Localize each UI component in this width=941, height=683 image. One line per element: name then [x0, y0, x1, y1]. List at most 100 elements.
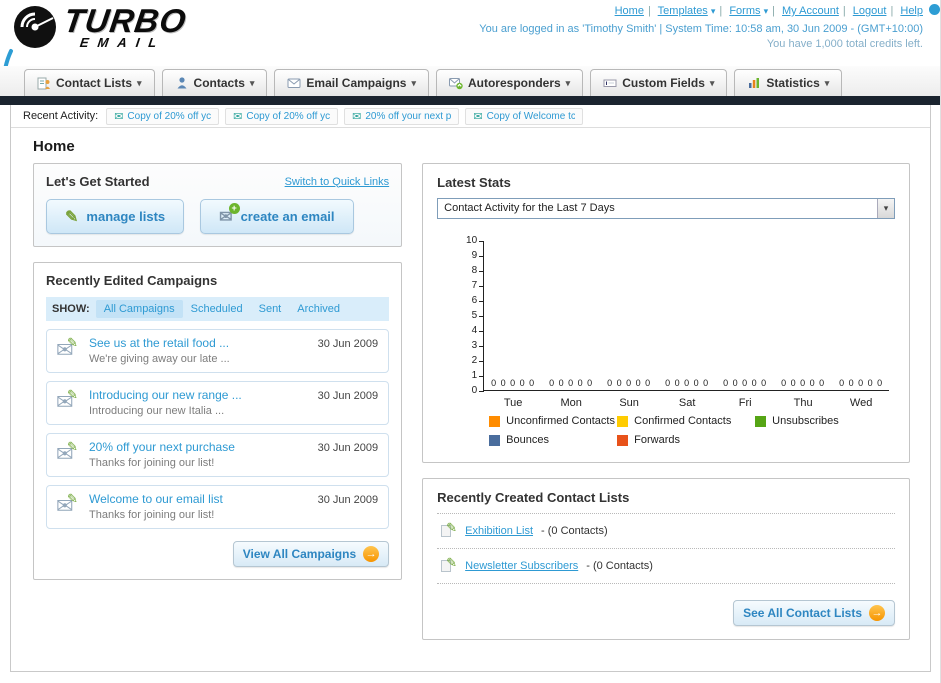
app-logo: TURBO EMAIL [12, 2, 189, 50]
y-tick-label: 4 [471, 325, 478, 336]
recent-activity-text: Copy of Welcome tc [486, 110, 576, 122]
tab-label: Contacts [193, 76, 245, 90]
tab-statistics[interactable]: Statistics ▾ [734, 69, 843, 96]
recent-activity-text: Copy of 20% off yc [127, 110, 212, 122]
tab-custom-fields[interactable]: Custom Fields ▾ [590, 69, 728, 96]
campaigns-filter-bar: SHOW: All Campaigns Scheduled Sent Archi… [46, 297, 390, 321]
chart-plot: 0 0 0 0 0 Tue 0 0 0 0 0 Mon 0 0 0 0 0 Sun 0 0 … [479, 241, 890, 409]
switch-quick-links-link[interactable]: Switch to Quick Links [285, 176, 390, 188]
manage-lists-button[interactable]: ✎ manage lists [46, 199, 185, 234]
legend-label: Unsubscribes [772, 415, 839, 427]
y-tick-label: 7 [471, 280, 478, 291]
legend-label: Confirmed Contacts [634, 415, 732, 427]
bar-value-labels: 0 0 0 0 0 [781, 378, 826, 388]
header: TURBO EMAIL Home | Templates ▾ | Forms ▾ | … [0, 0, 940, 104]
custom-fields-icon [603, 79, 617, 87]
legend-item: Unconfirmed Contacts [489, 415, 617, 427]
top-link-help[interactable]: Help [900, 5, 923, 17]
list-pencil-icon: ✎ [439, 555, 457, 574]
campaign-date: 30 Jun 2009 [317, 390, 379, 402]
y-tick-label: 1 [471, 370, 478, 381]
campaign-date: 30 Jun 2009 [317, 494, 379, 506]
legend-swatch [755, 415, 767, 427]
legend-swatch [489, 434, 501, 446]
campaign-title-link[interactable]: See us at the retail food ... [89, 336, 298, 350]
campaign-date: 30 Jun 2009 [317, 338, 379, 350]
campaign-envelope-icon: ✉ ✎ [56, 491, 78, 518]
x-tick-label: Mon [560, 397, 582, 409]
y-tick-mark [479, 346, 485, 347]
top-link-my-account[interactable]: My Account [782, 5, 839, 17]
filter-archived[interactable]: Archived [289, 300, 348, 318]
dropdown-arrow-icon: ▾ [709, 77, 715, 88]
tab-contact-lists[interactable]: Contact Lists ▾ [24, 69, 155, 96]
content-wrapper: Recent Activity: ✉ Copy of 20% off yc ✉ … [10, 105, 931, 672]
latest-stats-title: Latest Stats [437, 175, 511, 190]
recent-activity-item[interactable]: ✉ 20% off your next p [344, 107, 460, 125]
see-all-contact-lists-button[interactable]: See All Contact Lists → [733, 600, 895, 626]
contact-list-link[interactable]: Exhibition List [465, 525, 533, 537]
link-separator: | [772, 5, 775, 17]
top-link-forms[interactable]: Forms [729, 5, 760, 17]
tab-contacts[interactable]: Contacts ▾ [161, 69, 268, 96]
contacts-icon [177, 77, 187, 89]
contact-lists-icon [37, 77, 50, 90]
main-nav: Contact Lists ▾ Contacts ▾ Email Campaig… [0, 66, 940, 96]
logo-disc-icon [14, 6, 56, 48]
corner-dot-decoration [929, 4, 940, 15]
recent-activity-label: Recent Activity: [23, 110, 99, 122]
recent-activity-text: Copy of 20% off yc [246, 110, 331, 122]
tab-autoresponders[interactable]: Autoresponders ▾ [435, 69, 584, 96]
create-email-button[interactable]: ✉ + create an email [200, 199, 354, 234]
y-tick-label: 8 [471, 265, 478, 276]
pencil-icon: ✎ [65, 208, 79, 226]
campaign-title-link[interactable]: Introducing our new range ... [89, 388, 298, 402]
dropdown-arrow-icon: ▾ [824, 77, 830, 88]
link-separator: | [719, 5, 723, 17]
page-title: Home [33, 138, 75, 155]
tab-label: Autoresponders [467, 76, 561, 90]
filter-sent[interactable]: Sent [251, 300, 290, 318]
recent-activity-item[interactable]: ✉ Copy of 20% off yc [225, 107, 339, 125]
create-email-label: create an email [240, 209, 335, 224]
campaign-title-link[interactable]: 20% off your next purchase [89, 440, 298, 454]
top-link-logout[interactable]: Logout [853, 5, 887, 17]
stats-period-select[interactable]: Contact Activity for the Last 7 Days ▾ [437, 198, 895, 219]
recent-activity-item[interactable]: ✉ Copy of 20% off yc [106, 107, 220, 125]
x-tick-label: Fri [738, 397, 752, 409]
recently-created-contact-lists-panel: Recently Created Contact Lists ✎ Exhibit… [422, 478, 910, 640]
logo-line2: EMAIL [78, 35, 167, 50]
dropdown-arrow-icon: ▾ [565, 77, 571, 88]
tab-email-campaigns[interactable]: Email Campaigns ▾ [274, 69, 429, 96]
right-column: Latest Stats Contact Activity for the La… [422, 163, 910, 640]
filter-all-campaigns[interactable]: All Campaigns [95, 300, 183, 318]
campaign-subtitle: Introducing our new Italia ... [89, 405, 225, 417]
campaign-title-link[interactable]: Welcome to our email list [89, 492, 298, 506]
show-label: SHOW: [52, 303, 90, 315]
plus-icon: + [228, 202, 240, 214]
filter-scheduled[interactable]: Scheduled [183, 300, 251, 318]
header-right: Home | Templates ▾ | Forms ▾ | My Account | … [479, 5, 923, 50]
campaign-envelope-icon: ✉ ✎ [56, 439, 78, 466]
logo-text: TURBO EMAIL [61, 2, 189, 50]
x-tick-label: Thu [793, 397, 813, 409]
email-campaigns-icon [287, 78, 301, 88]
contact-list-link[interactable]: Newsletter Subscribers [465, 560, 578, 572]
top-link-home[interactable]: Home [615, 5, 644, 17]
contact-list-count: - (0 Contacts) [541, 525, 608, 537]
recent-activity-item[interactable]: ✉ Copy of Welcome tc [465, 107, 584, 125]
bar-value-labels: 0 0 0 0 0 [665, 378, 710, 388]
legend-item: Bounces [489, 434, 617, 446]
view-all-campaigns-button[interactable]: View All Campaigns → [232, 541, 390, 567]
manage-lists-label: manage lists [86, 209, 166, 224]
y-tick-mark [479, 301, 485, 302]
get-started-panel: Let's Get Started Switch to Quick Links … [33, 163, 403, 247]
top-link-templates[interactable]: Templates [658, 5, 708, 17]
get-started-title: Let's Get Started [46, 174, 150, 189]
x-tick-label: Sun [619, 397, 639, 409]
legend-item: Confirmed Contacts [617, 415, 755, 427]
contact-activity-chart: 10 9 8 7 6 5 4 3 2 1 0 0 0 0 0 0 Tue 0 0 0 0 0 Mon 0 0… [457, 235, 895, 409]
x-tick-label: Tue [503, 397, 523, 409]
recently-edited-campaigns-panel: Recently Edited Campaigns SHOW: All Camp… [33, 262, 403, 580]
legend-item: Forwards [617, 434, 755, 446]
